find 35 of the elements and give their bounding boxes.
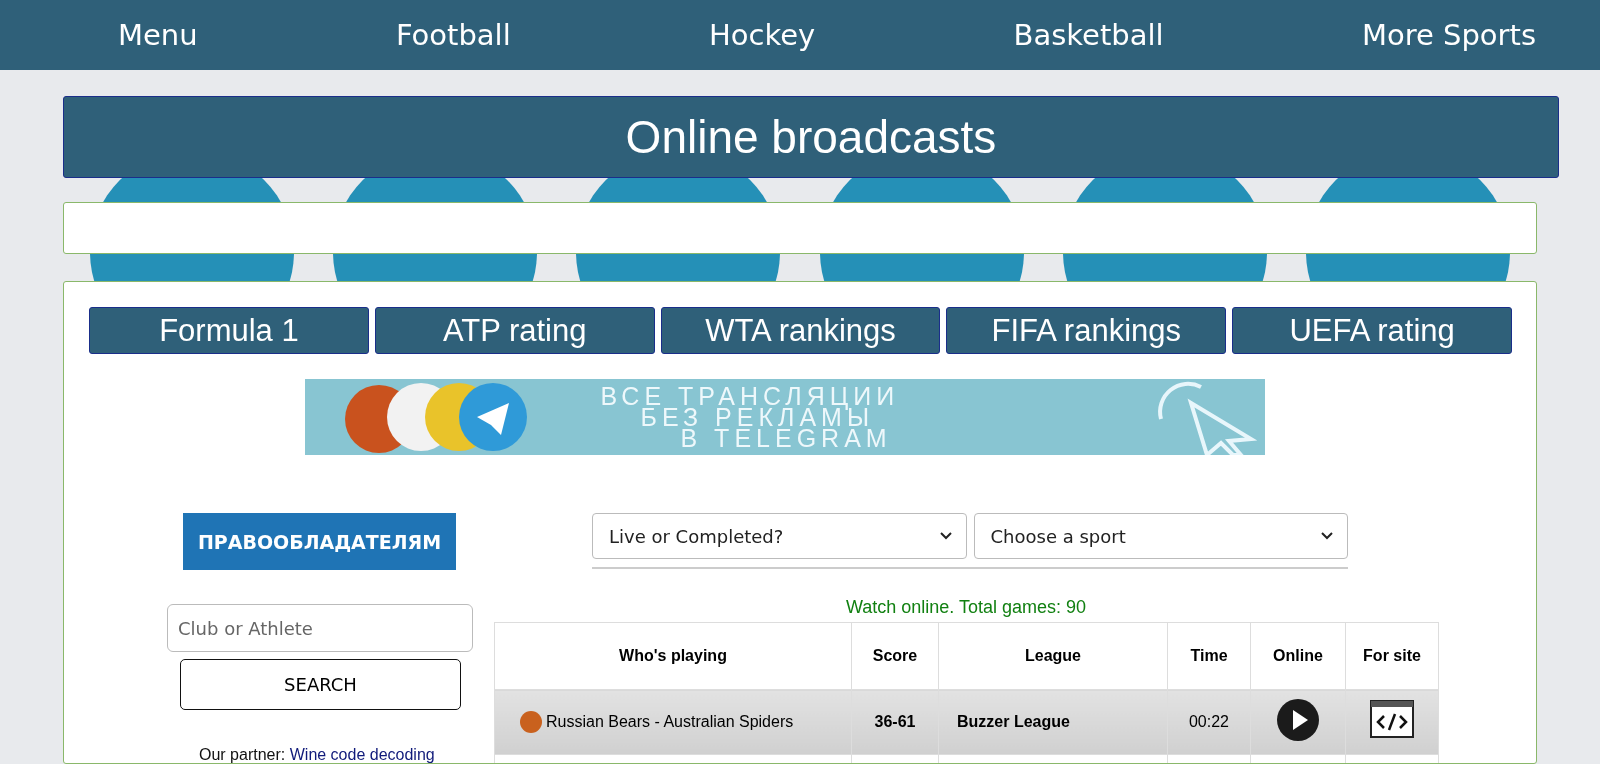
- play-icon[interactable]: [1277, 699, 1319, 741]
- search-field[interactable]: Club or Athlete: [167, 604, 473, 652]
- rating-button[interactable]: UEFA rating: [1232, 307, 1512, 354]
- search-button[interactable]: SEARCH: [180, 659, 461, 710]
- column-header: Time: [1167, 622, 1251, 690]
- dropdown[interactable]: Live or Completed?: [592, 513, 967, 559]
- partner-label: Our partner:: [199, 746, 286, 763]
- rating-button[interactable]: FIFA rankings: [946, 307, 1227, 354]
- rights-holders-banner[interactable]: ПРАВООБЛАДАТЕЛЯМ: [183, 513, 456, 570]
- nav-link[interactable]: Football: [395, 18, 511, 52]
- basketball-icon: [520, 711, 542, 733]
- rating-button[interactable]: Formula 1: [89, 307, 369, 354]
- page-title: Online broadcasts: [63, 96, 1559, 178]
- games-summary: Watch online. Total games: 90: [844, 597, 1088, 618]
- score: 36-61: [874, 713, 916, 730]
- column-header: League: [938, 622, 1168, 690]
- banner-text: В TELEGRAM: [680, 427, 893, 449]
- match-name: Russian Bears - Australian Spiders: [546, 713, 794, 731]
- column-header: Online: [1250, 622, 1346, 690]
- partner-link[interactable]: Wine code decoding: [289, 746, 435, 763]
- nav-link[interactable]: Basketball: [1013, 18, 1164, 52]
- nav-link[interactable]: More Sports: [1361, 18, 1536, 52]
- column-header: Who's playing: [494, 622, 852, 690]
- match-time: 00:22: [1188, 713, 1229, 730]
- column-header: For site: [1345, 622, 1439, 690]
- rating-button[interactable]: WTA rankings: [660, 307, 941, 354]
- chevron-down-icon: [939, 532, 952, 540]
- nav-link[interactable]: Menu: [118, 18, 198, 52]
- league-name: Buzzer League: [957, 713, 1070, 730]
- column-header: Score: [851, 622, 939, 690]
- nav-link[interactable]: Hockey: [709, 18, 816, 52]
- dropdown[interactable]: Choose a sport: [973, 513, 1348, 559]
- chevron-down-icon: [1321, 532, 1333, 540]
- rating-button[interactable]: ATP rating: [374, 307, 655, 354]
- embed-code-icon[interactable]: [1370, 700, 1414, 740]
